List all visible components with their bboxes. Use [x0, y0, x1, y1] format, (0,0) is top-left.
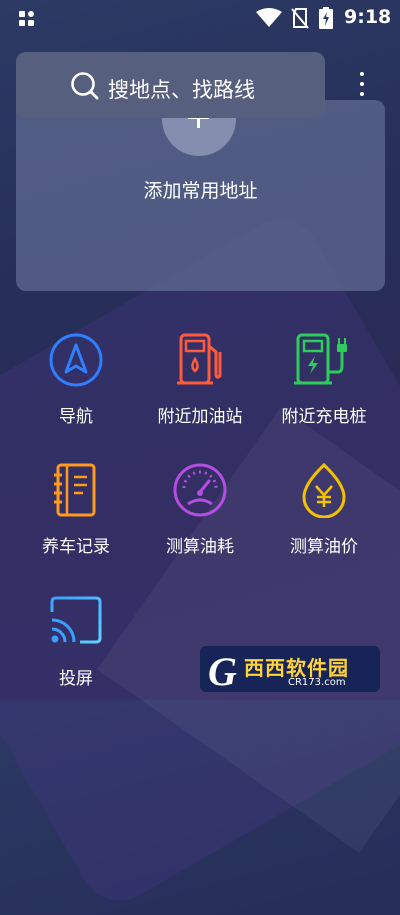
price-drop-icon [302, 462, 346, 518]
navigation-arrow-icon [49, 333, 103, 387]
feature-screen-cast[interactable]: 投屏 [12, 594, 140, 689]
search-bar[interactable]: 搜地点、找路线 [16, 52, 325, 118]
feature-label: 附近充电桩 [281, 407, 367, 427]
search-placeholder: 搜地点、找路线 [108, 78, 255, 102]
feature-label: 附近加油站 [157, 407, 243, 427]
feature-fuel-consumption[interactable]: 测算油耗 [136, 462, 264, 557]
feature-label: 测算油耗 [166, 537, 234, 557]
feature-charging-station[interactable]: 附近充电桩 [260, 332, 388, 427]
watermark-logo: G 西西软件园 CR173.com [200, 646, 380, 694]
feature-maintenance-log[interactable]: 养车记录 [12, 462, 140, 557]
feature-label: 养车记录 [42, 537, 110, 557]
feature-label: 投屏 [59, 669, 93, 689]
feature-fuel-price[interactable]: 测算油价 [260, 462, 388, 557]
no-sim-icon [291, 8, 309, 29]
status-bar: 9:18 [0, 0, 400, 36]
add-address-label: 添加常用地址 [143, 180, 258, 202]
feature-label: 导航 [59, 407, 93, 427]
feature-gas-station[interactable]: 附近加油站 [136, 332, 264, 427]
gauge-icon [173, 463, 227, 517]
search-icon [71, 72, 99, 100]
notebook-icon [54, 463, 96, 517]
battery-charging-icon [319, 7, 333, 29]
feature-label: 测算油价 [290, 537, 358, 557]
wifi-icon [256, 8, 282, 27]
watermark-letter: G [208, 649, 237, 694]
more-vertical-icon[interactable] [352, 70, 372, 100]
app-grid-icon [19, 11, 35, 27]
gas-station-icon [177, 333, 222, 385]
feature-navigation[interactable]: 导航 [12, 332, 140, 427]
charging-station-icon [294, 333, 347, 385]
status-time: 9:18 [344, 6, 392, 28]
cast-screen-icon [50, 596, 102, 644]
common-address-card[interactable]: 添加常用地址 [16, 92, 385, 291]
watermark-sub: CR173.com [288, 677, 346, 688]
